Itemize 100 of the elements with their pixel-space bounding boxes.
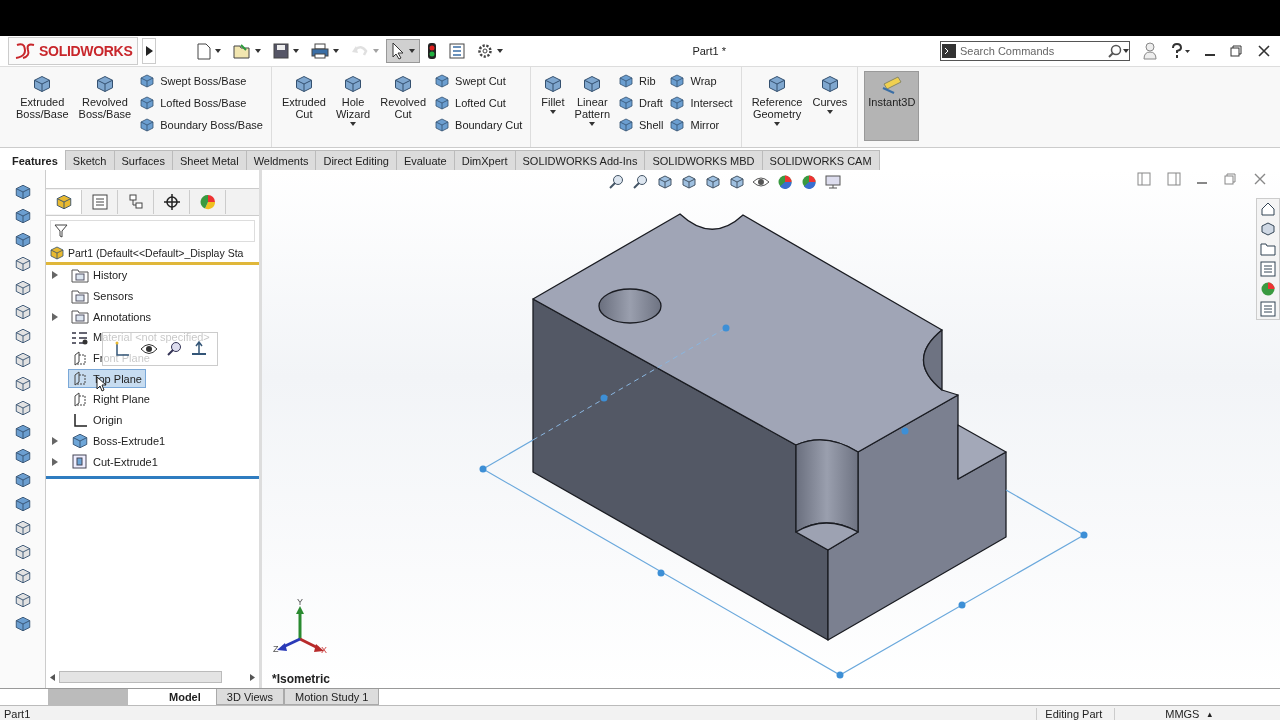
command-tab[interactable]: Direct Editing	[315, 150, 397, 170]
cube-icon[interactable]	[1260, 221, 1276, 237]
ribbon-button[interactable]: Swept Boss/Base	[137, 73, 265, 89]
expand-arrow-icon[interactable]	[52, 436, 58, 445]
tile-left-button[interactable]	[1134, 172, 1154, 186]
tile-right-button[interactable]	[1164, 172, 1184, 186]
plane-icon	[71, 371, 89, 387]
command-tab[interactable]: Weldments	[245, 150, 317, 170]
plane-handle[interactable]	[600, 394, 608, 402]
command-tab[interactable]: Surfaces	[113, 150, 173, 170]
units-label[interactable]: MMGS	[1165, 708, 1200, 720]
folder-icon[interactable]	[1260, 241, 1276, 257]
sphere-icon[interactable]	[800, 174, 818, 190]
caret-icon	[255, 49, 262, 53]
plane-handle[interactable]	[958, 601, 966, 609]
normal-to-icon[interactable]	[190, 341, 207, 357]
cube-icon	[13, 471, 32, 489]
folder-icon	[71, 267, 89, 283]
user-account-button[interactable]	[1140, 42, 1160, 60]
tree-item[interactable]: Cut-Extrude1	[46, 451, 162, 472]
logo[interactable]: SOLIDWORKS	[8, 37, 139, 65]
filter-field[interactable]	[50, 220, 255, 242]
cube-icon[interactable]	[728, 174, 746, 190]
command-tab[interactable]: DimXpert	[453, 150, 516, 170]
magnifier-icon[interactable]	[608, 174, 626, 190]
ribbon-button[interactable]: Curves	[808, 71, 852, 141]
ribbon-button[interactable]: Fillet	[537, 71, 569, 141]
ribbon-button[interactable]: Wrap	[667, 73, 735, 89]
tree-root[interactable]: Part1 (Default<<Default>_Display Sta	[46, 244, 259, 265]
sphere-icon[interactable]	[1260, 281, 1276, 297]
plane-handle[interactable]	[1080, 531, 1088, 539]
ribbon-button[interactable]: Mirror	[667, 117, 735, 133]
model-tab[interactable]: Motion Study 1	[284, 689, 380, 705]
list-icon[interactable]	[1260, 301, 1276, 317]
cube-icon	[13, 207, 32, 225]
cube-icon[interactable]	[656, 174, 674, 190]
search-box[interactable]: Search Commands	[940, 41, 1130, 61]
caret-icon	[1123, 49, 1129, 53]
scroll-left-icon[interactable]	[50, 673, 55, 681]
plane-handle[interactable]	[657, 569, 665, 577]
tree-item[interactable]: History	[46, 265, 132, 286]
command-tab[interactable]: Evaluate	[395, 150, 455, 170]
ribbon-button[interactable]: Intersect	[667, 95, 735, 111]
tree-item[interactable]: Sensors	[46, 285, 138, 307]
tree-item[interactable]: Boss-Extrude1	[46, 430, 170, 452]
ribbon-button[interactable]: Shell	[616, 117, 666, 133]
cube-icon[interactable]	[680, 174, 698, 190]
command-tab[interactable]: SOLIDWORKS Add-Ins	[514, 150, 646, 170]
ribbon-button[interactable]: Revolved Boss/Base	[74, 71, 136, 141]
tile-left-icon	[1137, 172, 1151, 186]
tree-item[interactable]: Origin	[46, 409, 127, 431]
ribbon-button[interactable]: Lofted Boss/Base	[137, 95, 265, 111]
ribbon-button[interactable]: Lofted Cut	[432, 95, 525, 111]
toolbar-button[interactable]	[386, 39, 421, 63]
expand-menu-button[interactable]	[142, 38, 157, 64]
plane-handle[interactable]	[836, 671, 844, 679]
ribbon-button[interactable]: Instant3D	[864, 71, 920, 141]
command-tab[interactable]: SOLIDWORKS MBD	[644, 150, 763, 170]
ribbon-button[interactable]: Extruded Boss/Base	[12, 71, 73, 141]
sphere-icon[interactable]	[776, 174, 794, 190]
search-field[interactable]: Search Commands	[957, 45, 1107, 57]
cube-icon[interactable]	[704, 174, 722, 190]
ribbon-button[interactable]: Draft	[616, 95, 666, 111]
ribbon-button[interactable]: Boundary Cut	[432, 117, 525, 133]
monitor-icon[interactable]	[824, 174, 842, 190]
cube-icon	[542, 74, 563, 94]
list-icon[interactable]	[1260, 261, 1276, 277]
cube-icon	[618, 117, 634, 133]
ribbon-button[interactable]: Boundary Boss/Base	[137, 117, 265, 133]
expand-arrow-icon[interactable]	[52, 312, 58, 321]
scroll-right-icon[interactable]	[250, 673, 255, 681]
tree-item[interactable]: Right Plane	[46, 389, 154, 410]
plane-handle[interactable]	[722, 324, 730, 332]
part-model-drawing[interactable]	[532, 213, 1007, 641]
command-tab[interactable]: Sketch	[64, 150, 115, 170]
tree-item[interactable]: Annotations	[46, 306, 156, 328]
cube-icon	[13, 591, 32, 609]
command-tab[interactable]: Sheet Metal	[171, 150, 247, 170]
plane-handle[interactable]	[901, 427, 909, 435]
units-menu-arrow[interactable]: ▴	[1207, 709, 1212, 719]
ribbon-button[interactable]: Rib	[616, 73, 666, 89]
magnifier-icon[interactable]	[632, 174, 650, 190]
house-icon[interactable]	[1260, 201, 1276, 217]
plane-handle[interactable]	[479, 465, 487, 473]
zoom-icon[interactable]	[166, 341, 183, 357]
ribbon-button[interactable]: Linear Pattern	[570, 71, 614, 141]
expand-arrow-icon[interactable]	[52, 457, 58, 466]
ribbon-button[interactable]: Hole Wizard	[331, 71, 375, 141]
ribbon-button[interactable]: Revolved Cut	[376, 71, 431, 141]
ribbon-button[interactable]: Swept Cut	[432, 73, 525, 89]
filter-icon	[54, 224, 68, 238]
command-tab[interactable]: SOLIDWORKS CAM	[761, 150, 880, 170]
plane-icon	[71, 350, 89, 366]
caret-icon	[350, 122, 357, 126]
eye-icon[interactable]	[752, 174, 770, 190]
ribbon-button[interactable]: Reference Geometry	[747, 71, 807, 141]
ribbon-button[interactable]: Extruded Cut	[277, 71, 330, 141]
eye-icon[interactable]	[139, 343, 158, 355]
model-tab[interactable]: 3D Views	[215, 689, 285, 705]
expand-arrow-icon[interactable]	[52, 271, 58, 280]
